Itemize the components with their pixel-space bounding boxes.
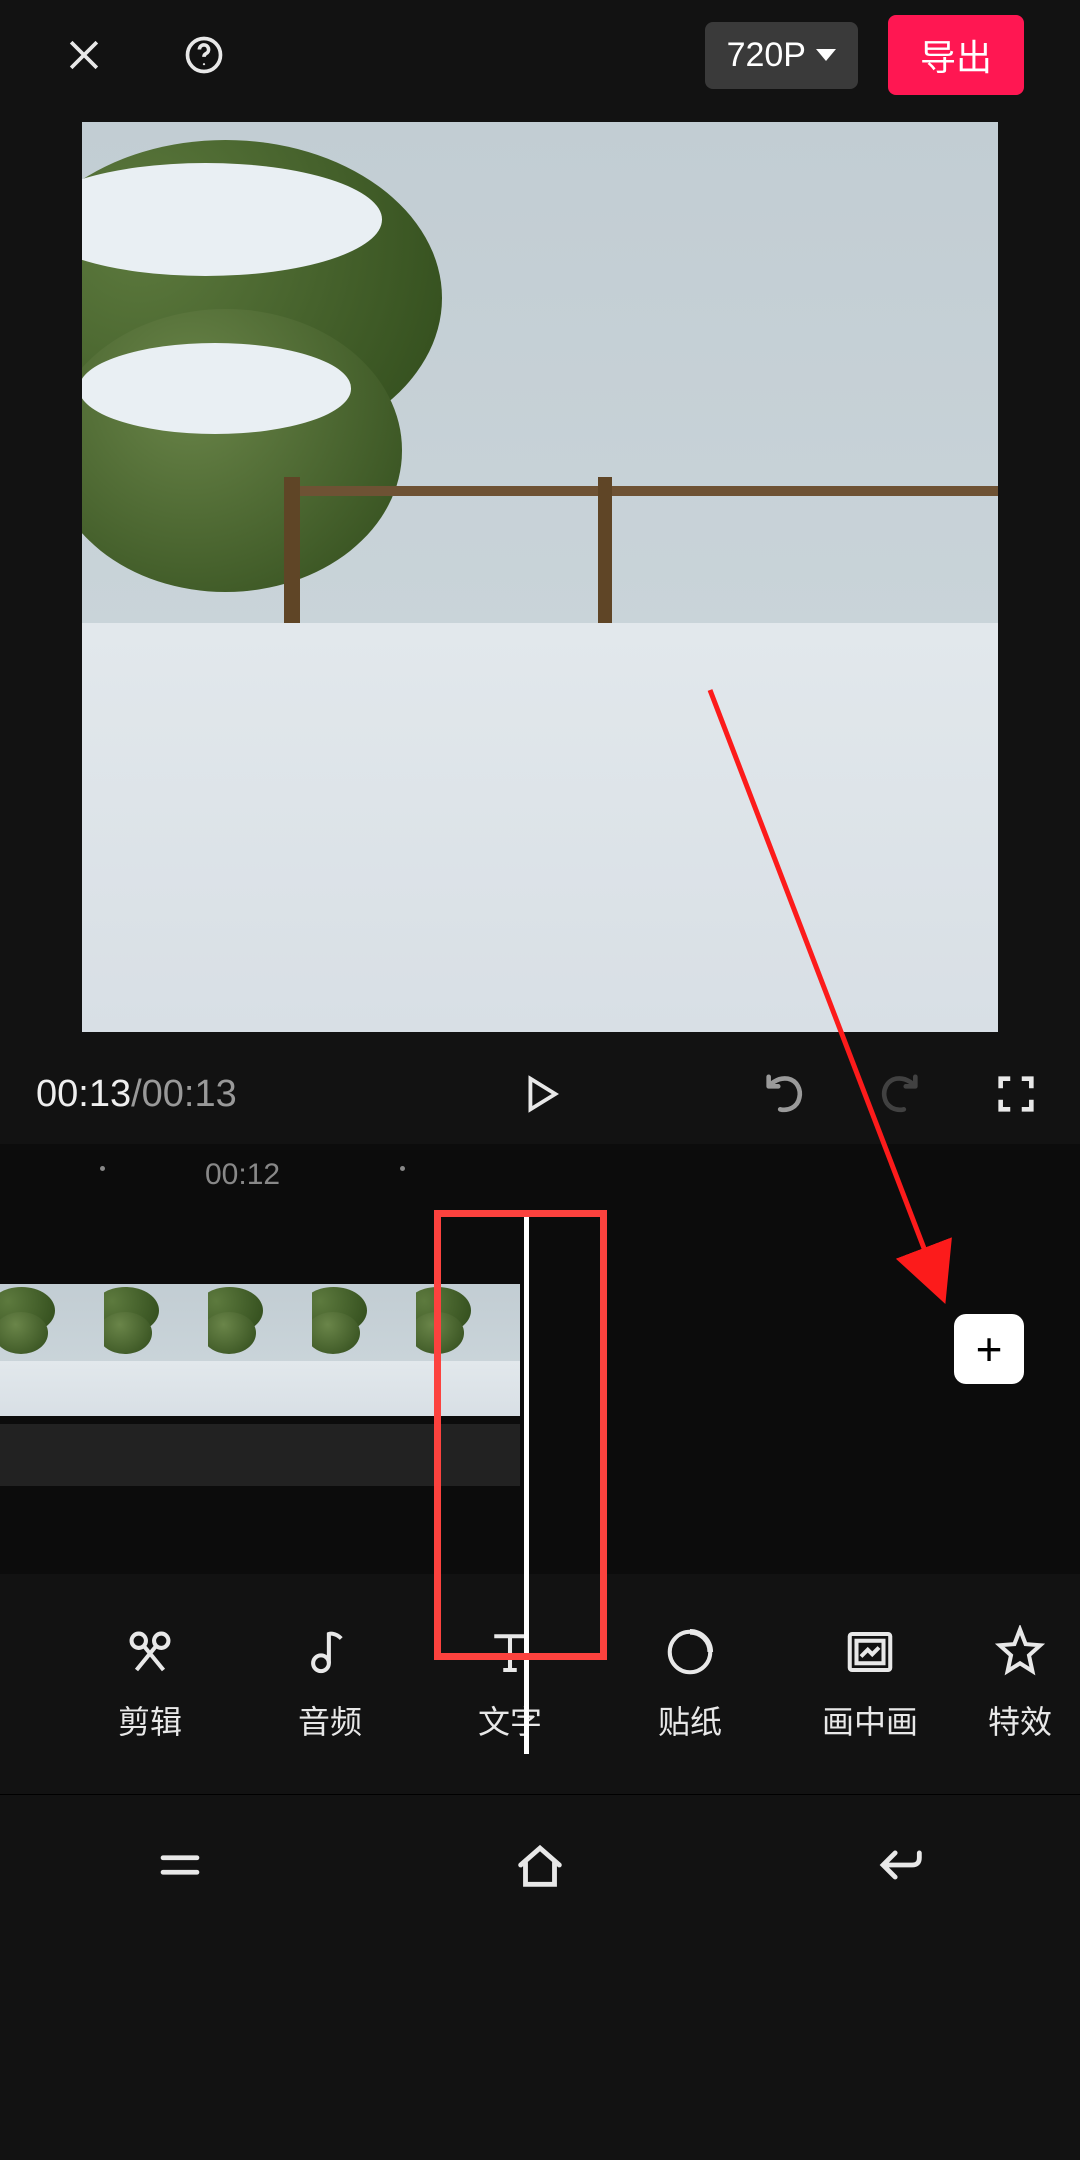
video-clip[interactable] bbox=[0, 1284, 520, 1416]
tool-label: 文字 bbox=[478, 1697, 542, 1743]
audio-track[interactable] bbox=[0, 1424, 520, 1486]
close-button[interactable] bbox=[56, 27, 112, 83]
redo-button[interactable] bbox=[872, 1066, 928, 1122]
fullscreen-button[interactable] bbox=[988, 1066, 1044, 1122]
undo-button[interactable] bbox=[756, 1066, 812, 1122]
play-button[interactable] bbox=[510, 1064, 570, 1124]
export-button[interactable]: 导出 bbox=[888, 15, 1024, 95]
nav-home-button[interactable] bbox=[480, 1830, 600, 1900]
tool-label: 画中画 bbox=[822, 1697, 918, 1743]
nav-menu-button[interactable] bbox=[120, 1830, 240, 1900]
chevron-down-icon bbox=[816, 49, 836, 61]
tool-label: 特效 bbox=[988, 1697, 1052, 1743]
tool-label: 剪辑 bbox=[118, 1697, 182, 1743]
playhead[interactable] bbox=[524, 1214, 529, 1754]
tool-sticker[interactable]: 贴纸 bbox=[600, 1625, 780, 1743]
nav-back-button[interactable] bbox=[840, 1830, 960, 1900]
bottom-toolbar: 剪辑 音频 文字 贴纸 画中画 特效 bbox=[0, 1574, 1080, 1794]
tool-label: 音频 bbox=[298, 1697, 362, 1743]
timeline-ruler: 00:12 bbox=[0, 1144, 1080, 1200]
plus-icon: + bbox=[976, 1322, 1003, 1376]
total-time: 00:13 bbox=[142, 1073, 237, 1116]
resolution-label: 720P bbox=[727, 36, 806, 75]
export-label: 导出 bbox=[920, 37, 992, 78]
tool-pip[interactable]: 画中画 bbox=[780, 1625, 960, 1743]
current-time: 00:13 bbox=[36, 1073, 131, 1116]
tool-edit[interactable]: 剪辑 bbox=[60, 1625, 240, 1743]
add-clip-button[interactable]: + bbox=[954, 1314, 1024, 1384]
ruler-tick: 00:12 bbox=[205, 1158, 280, 1192]
tool-effects[interactable]: 特效 bbox=[960, 1625, 1080, 1743]
tool-label: 贴纸 bbox=[658, 1697, 722, 1743]
help-button[interactable] bbox=[176, 27, 232, 83]
video-preview[interactable] bbox=[82, 122, 998, 1032]
resolution-dropdown[interactable]: 720P bbox=[705, 22, 858, 89]
tool-text[interactable]: 文字 bbox=[420, 1625, 600, 1743]
timeline[interactable]: 00:12 + bbox=[0, 1144, 1080, 1574]
time-separator: / bbox=[131, 1073, 142, 1116]
tool-audio[interactable]: 音频 bbox=[240, 1625, 420, 1743]
